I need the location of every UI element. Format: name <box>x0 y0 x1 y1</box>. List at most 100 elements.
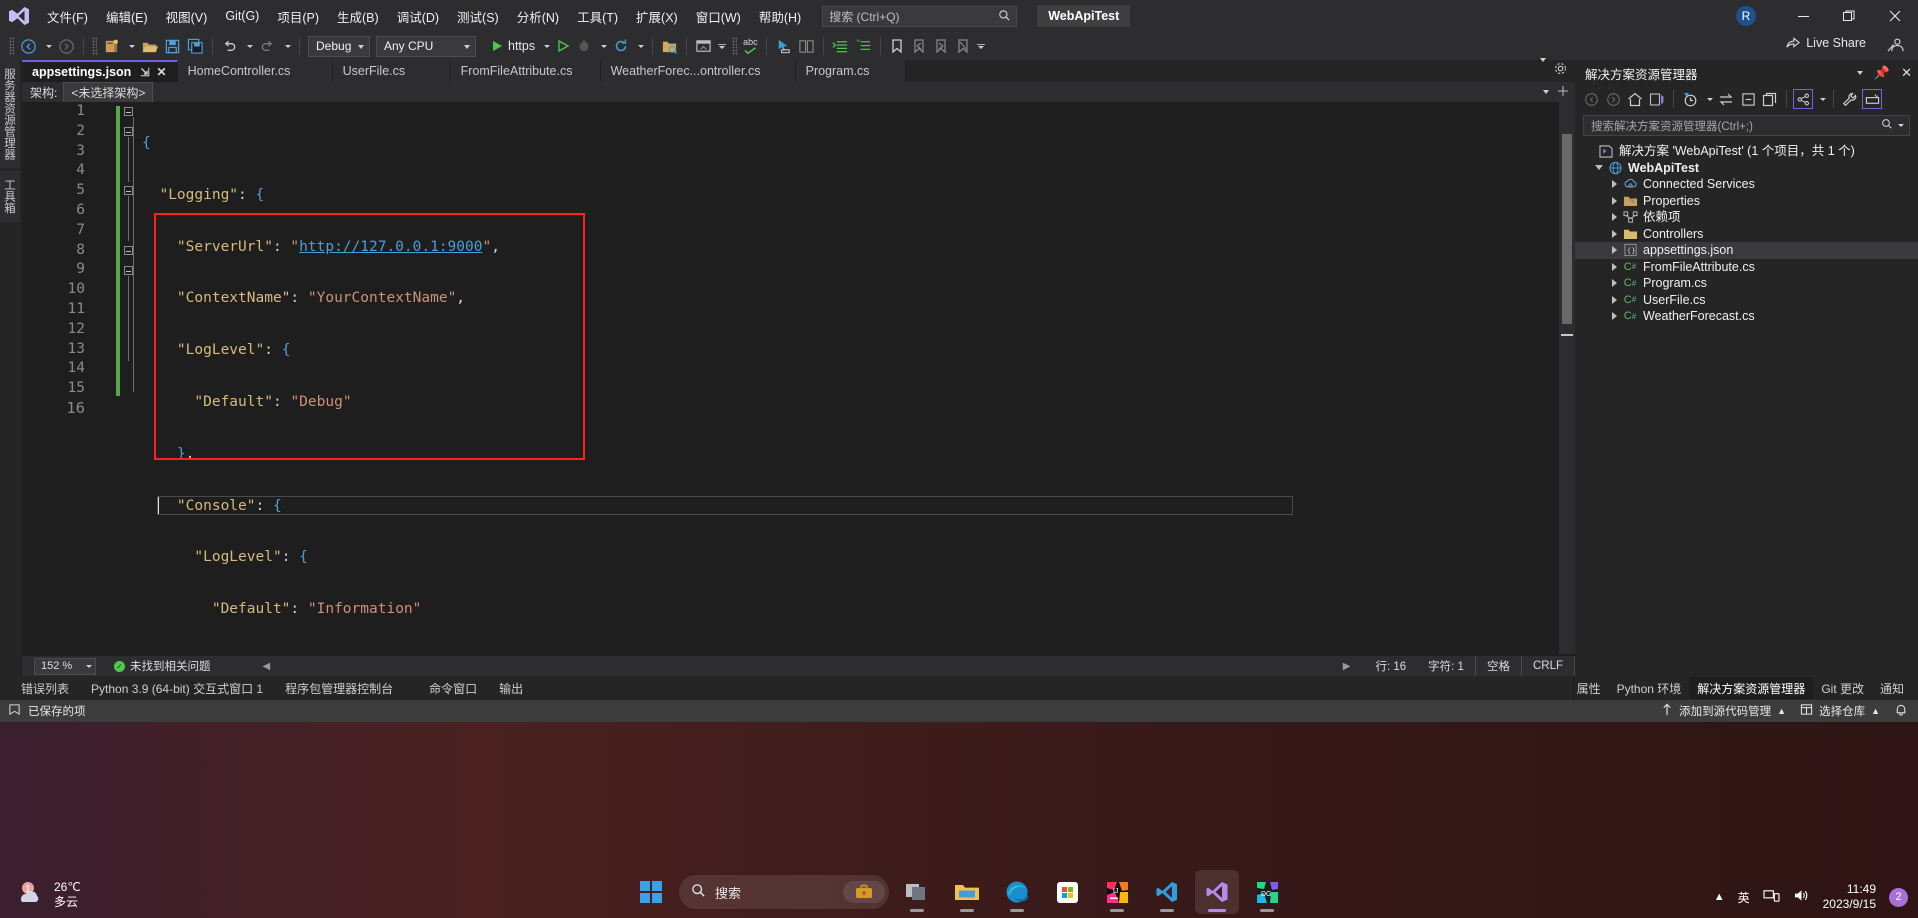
save-icon[interactable] <box>161 34 184 58</box>
tab-userfile-cs[interactable]: UserFile.cs <box>332 60 451 82</box>
vscode-icon[interactable] <box>1145 870 1189 914</box>
menu-item-view[interactable]: 视图(V) <box>157 0 217 32</box>
undo-icon[interactable] <box>218 34 241 58</box>
hot-reload-dropdown[interactable] <box>595 34 610 58</box>
line-ending-indicator[interactable]: CRLF <box>1522 656 1575 676</box>
menu-item-window[interactable]: 窗口(W) <box>687 0 750 32</box>
tree-item-controllers[interactable]: Controllers <box>1575 226 1918 243</box>
pin-icon[interactable]: ⇲ <box>140 66 149 79</box>
new-project-icon[interactable] <box>100 34 123 58</box>
tree-item-weatherforecast-cs[interactable]: C # WeatherForecast.cs <box>1575 308 1918 325</box>
solution-name-badge[interactable]: WebApiTest <box>1037 5 1131 27</box>
fold-toggle-line-8[interactable] <box>124 246 133 255</box>
bookmark-icon[interactable] <box>886 34 908 58</box>
tab-weatherforecastcontroller-cs[interactable]: WeatherForec...ontroller.cs <box>600 60 796 82</box>
input-language-indicator[interactable]: 英 <box>1738 889 1750 906</box>
dock-tab-git-changes[interactable]: Git 更改 <box>1813 677 1872 699</box>
new-project-dropdown[interactable] <box>123 34 138 58</box>
fold-toggle-line-1[interactable] <box>124 107 133 116</box>
dock-tab-python-environments[interactable]: Python 环境 <box>1609 677 1690 699</box>
tab-program-cs[interactable]: Program.cs <box>795 60 906 82</box>
expander-icon[interactable] <box>1607 180 1621 189</box>
menu-item-git[interactable]: Git(G) <box>216 0 268 32</box>
windows-search-box[interactable]: 搜索 <box>679 875 889 909</box>
expander-icon[interactable] <box>1607 196 1621 205</box>
expander-icon[interactable] <box>1607 213 1621 222</box>
intellij-idea-icon[interactable]: IJ <box>1095 870 1139 914</box>
toolbar-grip-2[interactable] <box>92 37 97 55</box>
pending-changes-dropdown[interactable] <box>1702 89 1714 109</box>
fold-toggle-line-9[interactable] <box>124 266 133 275</box>
select-repository-button[interactable]: 选择仓库 ▲ <box>1800 703 1880 719</box>
previous-bookmark-icon[interactable] <box>908 34 930 58</box>
tree-item-properties[interactable]: Properties <box>1575 193 1918 210</box>
file-explorer-icon[interactable] <box>945 870 989 914</box>
search-icon[interactable] <box>1881 117 1893 135</box>
expander-icon[interactable] <box>1607 279 1621 288</box>
tab-settings-icon[interactable] <box>1554 62 1567 80</box>
tree-item-appsettings-json[interactable]: {} appsettings.json <box>1575 242 1918 259</box>
next-bookmark-icon[interactable] <box>930 34 952 58</box>
bottom-tab-output[interactable]: 输出 <box>488 676 534 700</box>
search-options-dropdown-icon[interactable] <box>1898 124 1904 127</box>
undo-dropdown[interactable] <box>241 34 256 58</box>
start-button[interactable] <box>629 870 673 914</box>
code-text[interactable]: { "Logging": { "ServerUrl": "http://127.… <box>142 102 500 654</box>
home-icon[interactable] <box>1625 89 1645 109</box>
tab-list-dropdown-icon[interactable] <box>1533 58 1546 80</box>
tab-appsettings-json[interactable]: appsettings.json ⇲ ✕ <box>22 60 178 82</box>
indent-mode-indicator[interactable]: 空格 <box>1474 656 1522 676</box>
live-preview-dropdown[interactable] <box>715 34 729 58</box>
redo-icon[interactable] <box>256 34 279 58</box>
toolbar-grip[interactable] <box>9 37 14 55</box>
back-icon[interactable] <box>1581 89 1601 109</box>
fold-toggle-line-5[interactable] <box>124 186 133 195</box>
bottom-tab-error-list[interactable]: 错误列表 <box>10 676 80 700</box>
tree-item-solution[interactable]: 解决方案 'WebApiTest' (1 个项目，共 1 个) <box>1575 143 1918 160</box>
forward-icon[interactable] <box>1603 89 1623 109</box>
close-icon[interactable]: ✕ <box>157 65 167 79</box>
solution-platform-select[interactable]: Any CPU <box>376 35 476 57</box>
restart-dropdown[interactable] <box>632 34 647 58</box>
view-class-diagram-icon[interactable] <box>1793 89 1813 109</box>
weather-widget[interactable]: 1 26℃ 多云 <box>16 879 81 910</box>
tray-overflow-icon[interactable]: ▲ <box>1714 891 1725 903</box>
vtab-toolbox[interactable]: 工具箱 <box>0 171 20 222</box>
hot-reload-icon[interactable] <box>573 34 595 58</box>
close-button[interactable] <box>1872 0 1918 32</box>
select-folder-icon[interactable] <box>658 34 681 58</box>
datagrip-icon[interactable]: DG <box>1245 870 1289 914</box>
navigate-backward-icon[interactable] <box>17 34 40 58</box>
framework-select[interactable]: <未选择架构> <box>63 81 154 103</box>
solution-explorer-search-input[interactable]: 搜索解决方案资源管理器(Ctrl+;) <box>1583 115 1910 136</box>
clear-bookmarks-icon[interactable] <box>952 34 974 58</box>
task-view-icon[interactable] <box>895 870 939 914</box>
start-debug-button[interactable]: https <box>487 34 538 58</box>
split-view-icon[interactable] <box>1557 85 1569 100</box>
pin-icon[interactable]: 📌 <box>1874 65 1890 81</box>
dock-tab-solution-explorer[interactable]: 解决方案资源管理器 <box>1689 677 1814 699</box>
menu-item-extensions[interactable]: 扩展(X) <box>627 0 687 32</box>
start-debug-dropdown[interactable] <box>538 34 553 58</box>
menu-item-debug[interactable]: 调试(D) <box>388 0 448 32</box>
tree-item-connected-services[interactable]: Connected Services <box>1575 176 1918 193</box>
menu-item-help[interactable]: 帮助(H) <box>750 0 810 32</box>
live-preview-icon[interactable] <box>692 34 715 58</box>
indent-icon[interactable] <box>829 34 852 58</box>
expander-icon[interactable] <box>1607 246 1621 255</box>
close-icon[interactable]: ✕ <box>1901 65 1912 81</box>
preview-selected-items-icon[interactable] <box>1862 89 1882 109</box>
microsoft-store-icon[interactable] <box>1045 870 1089 914</box>
solution-configuration-select[interactable]: Debug <box>308 35 370 57</box>
global-search-input[interactable]: 搜索 (Ctrl+Q) <box>822 5 1018 27</box>
live-share-feedback-icon[interactable] <box>1887 37 1904 58</box>
expander-icon[interactable] <box>1607 312 1621 321</box>
volume-icon[interactable] <box>1793 888 1810 906</box>
navbar-dropdown-icon[interactable] <box>1543 90 1549 94</box>
expander-icon[interactable] <box>1607 295 1621 304</box>
zoom-level-select[interactable]: 152 % <box>34 657 96 675</box>
menu-item-build[interactable]: 生成(B) <box>328 0 388 32</box>
open-file-icon[interactable] <box>138 34 161 58</box>
tree-item-webapitest[interactable]: WebApiTest <box>1575 160 1918 177</box>
collapse-all-icon[interactable] <box>1738 89 1758 109</box>
